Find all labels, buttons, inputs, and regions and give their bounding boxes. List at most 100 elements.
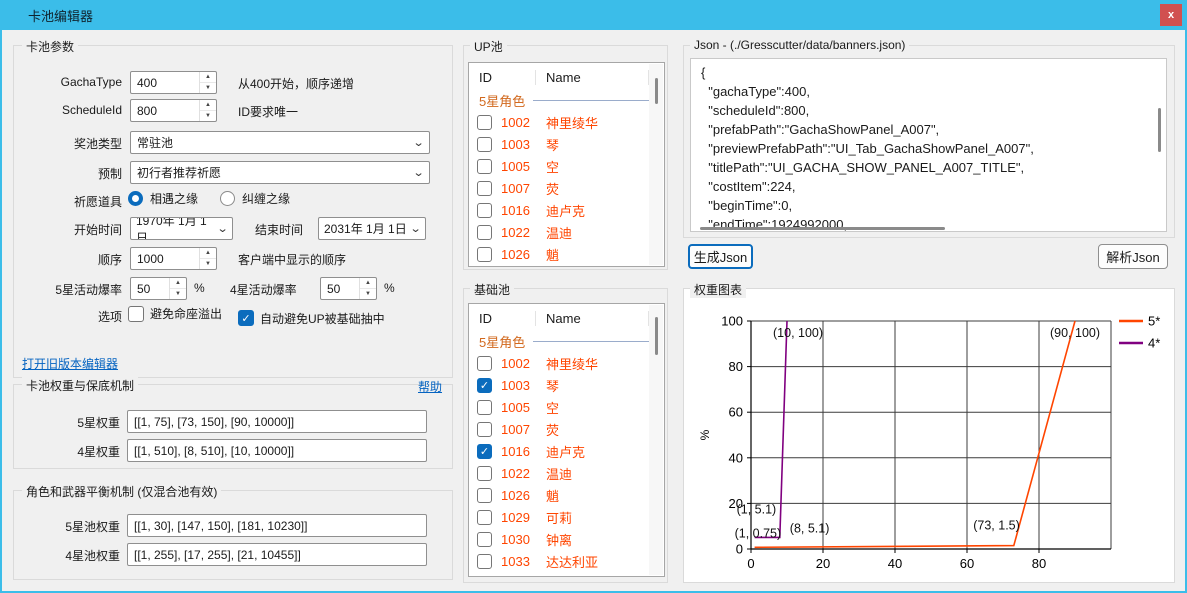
svg-text:(73, 1.5): (73, 1.5) bbox=[973, 519, 1020, 533]
table-row[interactable]: ✓1016迪卢克 bbox=[469, 440, 664, 462]
column-header-id[interactable]: ID bbox=[469, 70, 536, 85]
scheduleid-hint: ID要求唯一 bbox=[238, 103, 298, 120]
spin-up-icon: ▲ bbox=[170, 278, 186, 289]
titlebar[interactable]: 卡池编辑器 bbox=[0, 0, 1187, 30]
checkbox-checked-icon[interactable]: ✓ bbox=[477, 576, 492, 578]
table-row[interactable]: 1005空 bbox=[469, 155, 664, 177]
svg-text:(1, 5.1): (1, 5.1) bbox=[737, 502, 777, 516]
checkbox-icon[interactable] bbox=[477, 532, 492, 547]
table-row[interactable]: 1007荧 bbox=[469, 418, 664, 440]
rate4-label: 4星活动爆率 bbox=[230, 281, 297, 298]
checkbox-icon[interactable] bbox=[477, 137, 492, 152]
radio-option[interactable]: 纠缠之缘 bbox=[220, 190, 290, 207]
option-checkbox[interactable]: ✓自动避免UP被基础抽中 bbox=[238, 310, 385, 327]
parse-json-button[interactable]: 解析Json bbox=[1098, 244, 1168, 269]
options-label: 选项 bbox=[0, 308, 122, 325]
table-row[interactable]: 1029可莉 bbox=[469, 506, 664, 528]
row-name: 神里绫华 bbox=[546, 354, 598, 373]
row-name: 七七 bbox=[546, 574, 572, 578]
generate-json-button[interactable]: 生成Json bbox=[688, 244, 753, 269]
spinner-buttons[interactable]: ▲▼ bbox=[199, 100, 216, 121]
horizontal-scrollbar-thumb[interactable] bbox=[700, 227, 945, 230]
table-row[interactable]: 1022温迪 bbox=[469, 221, 664, 243]
table-row[interactable]: ✓1035七七 bbox=[469, 572, 664, 577]
checkbox-icon[interactable] bbox=[477, 159, 492, 174]
table-row[interactable]: 1016迪卢克 bbox=[469, 199, 664, 221]
row-name: 空 bbox=[546, 398, 559, 417]
option-checkbox[interactable]: 避免命座溢出 bbox=[128, 305, 222, 322]
row-name: 荧 bbox=[546, 179, 559, 198]
gachatype-input[interactable]: 400 ▲▼ bbox=[130, 71, 217, 94]
chart-group-title: 权重图表 bbox=[690, 281, 746, 298]
table-row[interactable]: ✓1003琴 bbox=[469, 374, 664, 396]
vertical-scrollbar[interactable] bbox=[1152, 60, 1166, 230]
column-header-id[interactable]: ID bbox=[469, 311, 536, 326]
table-row[interactable]: 1003琴 bbox=[469, 133, 664, 155]
scrollbar-thumb[interactable] bbox=[655, 78, 658, 104]
row-name: 温迪 bbox=[546, 223, 572, 242]
table-row[interactable]: 1002神里绫华 bbox=[469, 111, 664, 133]
table-row[interactable]: 1026魈 bbox=[469, 484, 664, 506]
checkbox-icon[interactable] bbox=[477, 466, 492, 481]
checkbox-checked-icon[interactable]: ✓ bbox=[477, 444, 492, 459]
checkbox-icon[interactable] bbox=[477, 400, 492, 415]
checkbox-icon[interactable] bbox=[477, 488, 492, 503]
spin-down-icon: ▼ bbox=[200, 83, 216, 93]
scrollbar-thumb[interactable] bbox=[1158, 108, 1161, 152]
base-pool-table: ID Name 5星角色 1002神里绫华✓1003琴1005空1007荧✓10… bbox=[468, 303, 665, 577]
checkbox-icon[interactable] bbox=[477, 181, 492, 196]
spinner-buttons[interactable]: ▲▼ bbox=[199, 248, 216, 269]
row-id: 1002 bbox=[501, 356, 546, 371]
checkbox-icon[interactable] bbox=[477, 422, 492, 437]
column-header-name[interactable]: Name bbox=[536, 311, 649, 326]
close-button[interactable]: x bbox=[1160, 4, 1182, 26]
rate4-input[interactable]: 50 ▲▼ bbox=[320, 277, 377, 300]
rate5-unit: % bbox=[194, 281, 205, 295]
spin-down-icon: ▼ bbox=[200, 259, 216, 269]
checkbox-icon[interactable] bbox=[477, 554, 492, 569]
json-text[interactable]: { "gachaType":400, "scheduleId":800, "pr… bbox=[690, 58, 1167, 232]
column-header-name[interactable]: Name bbox=[536, 70, 649, 85]
checkbox-checked-icon[interactable]: ✓ bbox=[477, 378, 492, 393]
help-link[interactable]: 帮助 bbox=[418, 378, 442, 395]
endtime-datepicker[interactable]: 2031年 1月 1日 ⌄ bbox=[318, 217, 426, 240]
spin-up-icon: ▲ bbox=[200, 248, 216, 259]
table-row[interactable]: 1005空 bbox=[469, 396, 664, 418]
table-row[interactable]: 1002神里绫华 bbox=[469, 352, 664, 374]
begintime-datepicker[interactable]: 1970年 1月 1日 ⌄ bbox=[130, 217, 233, 240]
chart-group: 权重图表 020406080100020406080%(10, 100)(90,… bbox=[683, 288, 1175, 583]
spinner-buttons[interactable]: ▲▼ bbox=[359, 278, 376, 299]
spinner-buttons[interactable]: ▲▼ bbox=[199, 72, 216, 93]
vertical-scrollbar[interactable] bbox=[649, 305, 663, 575]
pooltype-select[interactable]: 常驻池 ⌄ bbox=[130, 131, 430, 154]
scrollbar-thumb[interactable] bbox=[655, 317, 658, 355]
table-row[interactable]: 1033达达利亚 bbox=[469, 550, 664, 572]
svg-text:(8, 5.1): (8, 5.1) bbox=[790, 521, 830, 535]
pool-weight5-input[interactable]: [[1, 30], [147, 150], [181, 10230]] bbox=[127, 514, 427, 537]
checkbox-icon[interactable] bbox=[477, 203, 492, 218]
pool-weight4-input[interactable]: [[1, 255], [17, 255], [21, 10455]] bbox=[127, 543, 427, 566]
checkbox-icon[interactable] bbox=[477, 510, 492, 525]
up-pool-table: ID Name 5星角色 1002神里绫华1003琴1005空1007荧1016… bbox=[468, 62, 665, 267]
table-row[interactable]: 1007荧 bbox=[469, 177, 664, 199]
table-row[interactable]: 1030钟离 bbox=[469, 528, 664, 550]
table-header: ID Name bbox=[469, 63, 664, 89]
checkbox-icon[interactable] bbox=[477, 356, 492, 371]
vertical-scrollbar[interactable] bbox=[649, 64, 663, 265]
table-row[interactable]: 1026魈 bbox=[469, 243, 664, 265]
preset-select[interactable]: 初行者推荐祈愿 ⌄ bbox=[130, 161, 430, 184]
weight5-input[interactable]: [[1, 75], [73, 150], [90, 10000]] bbox=[127, 410, 427, 433]
legacy-editor-link[interactable]: 打开旧版本编辑器 bbox=[22, 355, 118, 372]
radio-option[interactable]: 相遇之缘 bbox=[128, 190, 198, 207]
row-name: 魈 bbox=[546, 486, 559, 505]
rate5-input[interactable]: 50 ▲▼ bbox=[130, 277, 187, 300]
checkbox-icon[interactable] bbox=[477, 225, 492, 240]
checkbox-icon[interactable] bbox=[477, 247, 492, 262]
weight4-input[interactable]: [[1, 510], [8, 510], [10, 10000]] bbox=[127, 439, 427, 462]
checkbox-icon[interactable] bbox=[477, 115, 492, 130]
table-row[interactable]: 1022温迪 bbox=[469, 462, 664, 484]
preset-label: 预制 bbox=[0, 165, 122, 182]
scheduleid-input[interactable]: 800 ▲▼ bbox=[130, 99, 217, 122]
spinner-buttons[interactable]: ▲▼ bbox=[169, 278, 186, 299]
order-input[interactable]: 1000 ▲▼ bbox=[130, 247, 217, 270]
